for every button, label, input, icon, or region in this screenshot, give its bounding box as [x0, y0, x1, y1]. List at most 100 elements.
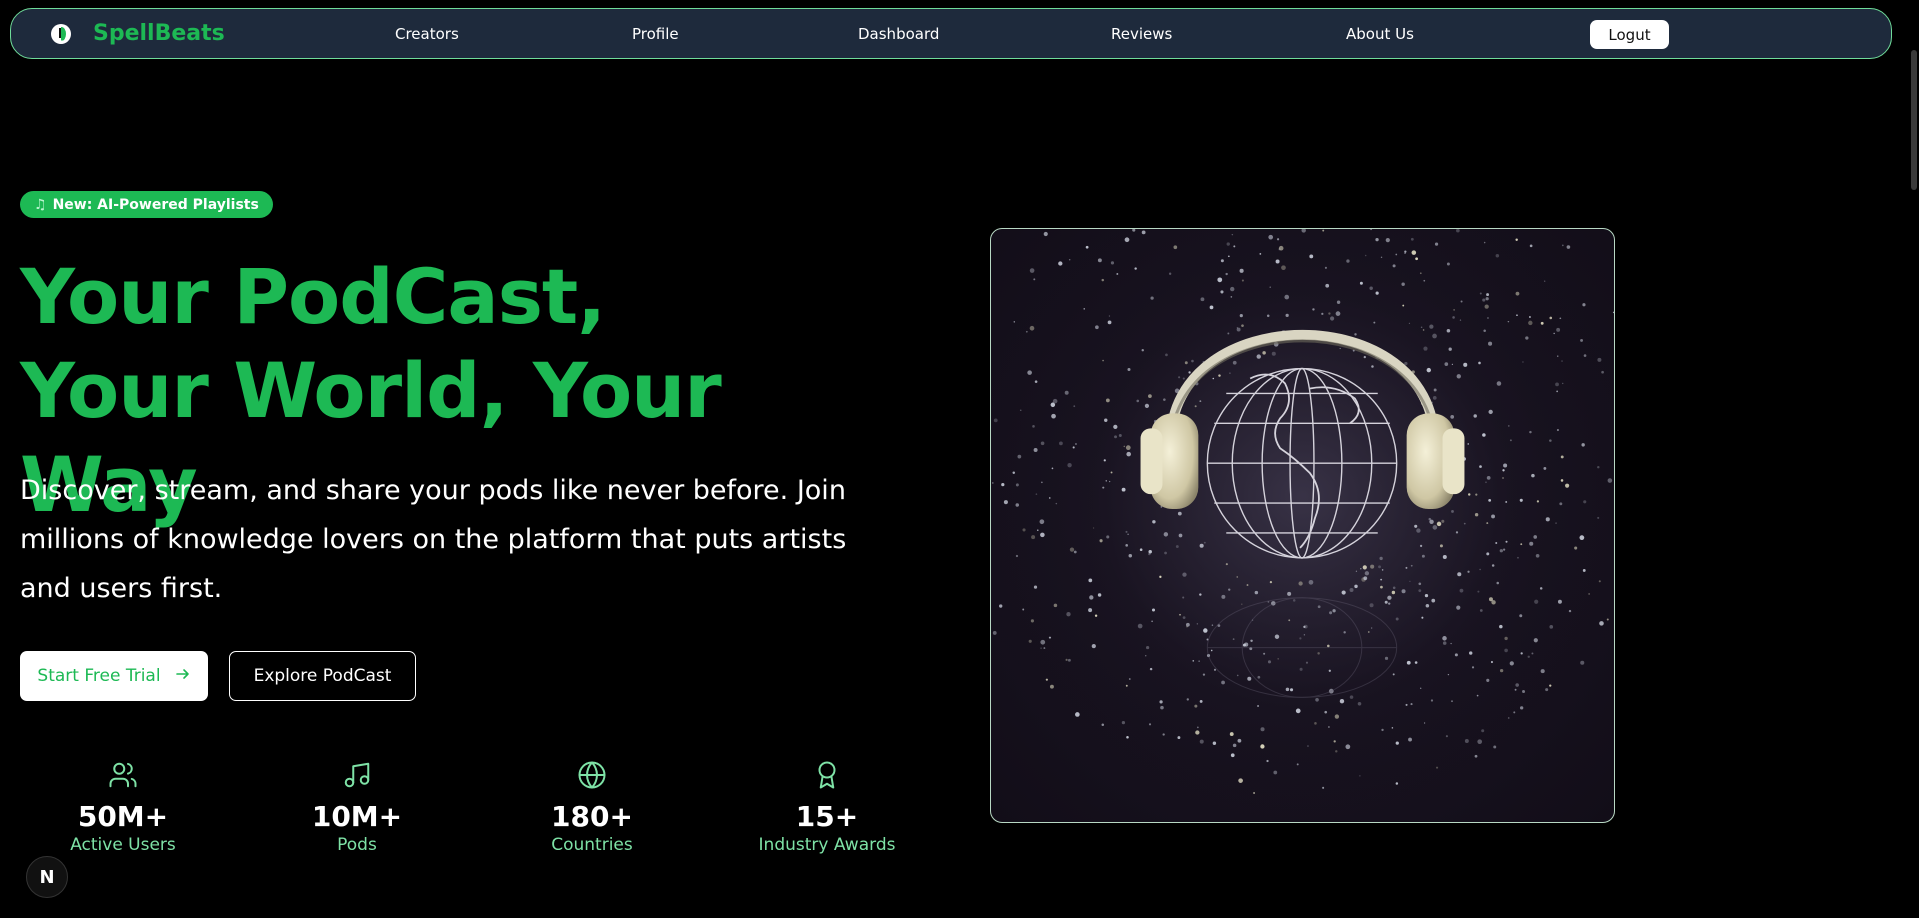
particle [1446, 328, 1451, 333]
brand[interactable]: SpellBeats [51, 9, 225, 58]
particle [1179, 613, 1181, 616]
particle [1298, 581, 1303, 586]
particle [1561, 244, 1564, 247]
nav-link-profile[interactable]: Profile [632, 9, 679, 58]
particle [1232, 638, 1235, 641]
particle [1482, 298, 1486, 302]
particle [1370, 564, 1375, 569]
particle [1322, 229, 1325, 232]
particle [1307, 745, 1309, 747]
particle [1333, 740, 1336, 743]
scrollbar-thumb[interactable] [1911, 50, 1917, 190]
particle [1225, 563, 1228, 566]
particle [1015, 554, 1019, 558]
particle [1225, 272, 1228, 276]
particle [1536, 500, 1540, 503]
particle [1354, 584, 1358, 589]
particle [1384, 600, 1388, 604]
particle [1022, 528, 1026, 532]
particle [1173, 245, 1178, 250]
nav-link-reviews[interactable]: Reviews [1111, 9, 1172, 58]
particle [1502, 477, 1504, 479]
particle [1414, 524, 1418, 528]
particle [1404, 250, 1407, 253]
stat-pods: 10M+ Pods [257, 760, 457, 855]
particle [1285, 313, 1289, 318]
particle [1395, 253, 1398, 256]
users-icon [108, 760, 138, 790]
particle [1496, 381, 1502, 386]
particle [1253, 792, 1255, 794]
particle [1128, 553, 1133, 558]
nav-link-dashboard[interactable]: Dashboard [858, 9, 939, 58]
particle [1259, 253, 1262, 255]
particle [1194, 405, 1197, 408]
particle [1568, 609, 1572, 613]
particle [1287, 591, 1292, 596]
particle [1527, 655, 1530, 658]
particle [1339, 347, 1341, 350]
particle [1476, 694, 1479, 697]
particle [1460, 300, 1463, 303]
particle [1257, 675, 1261, 679]
start-free-trial-label: Start Free Trial [37, 666, 161, 686]
particle [1269, 580, 1273, 584]
particle [1043, 647, 1046, 650]
particle [1535, 553, 1540, 558]
explore-podcast-button[interactable]: Explore PodCast [229, 651, 416, 701]
logout-button[interactable]: Logut [1590, 20, 1669, 49]
particle [1163, 398, 1166, 401]
particle [1486, 293, 1490, 297]
particle [1220, 259, 1224, 263]
particle [1381, 728, 1384, 732]
nav-link-creators[interactable]: Creators [395, 9, 459, 58]
start-free-trial-button[interactable]: Start Free Trial [20, 651, 208, 701]
particle [1451, 700, 1453, 703]
particle [1473, 414, 1477, 418]
particle [1324, 266, 1327, 269]
particle [1039, 519, 1045, 525]
particle [1560, 479, 1564, 482]
particle [1339, 698, 1345, 704]
particle [1581, 443, 1585, 447]
particle [1159, 575, 1162, 578]
particle [1559, 502, 1563, 506]
stat-value: 180+ [551, 800, 633, 833]
particle [1445, 735, 1448, 738]
particle [1520, 706, 1524, 710]
particle [1043, 231, 1048, 237]
particle [1160, 705, 1164, 710]
particle [1486, 552, 1490, 556]
particle [1582, 303, 1586, 307]
particle [1432, 525, 1438, 530]
particle [1226, 242, 1230, 246]
particle [1210, 649, 1213, 652]
particle [1385, 238, 1390, 243]
particle [1288, 619, 1291, 622]
particle [1199, 699, 1203, 703]
particle [1540, 321, 1544, 325]
particle [1597, 465, 1600, 469]
particle [1349, 588, 1354, 592]
particle [1446, 262, 1450, 266]
particle [1136, 399, 1140, 403]
particle [1499, 549, 1503, 553]
award-icon [812, 760, 842, 790]
particle [1367, 631, 1370, 633]
particle [1418, 589, 1422, 593]
particle [1371, 365, 1374, 368]
dev-indicator-badge[interactable]: N [26, 856, 68, 898]
particle [1139, 548, 1143, 552]
particle [1528, 320, 1533, 326]
particle [1434, 242, 1439, 246]
particle [1423, 722, 1426, 724]
nav-link-about-us[interactable]: About Us [1346, 9, 1414, 58]
particle [1330, 316, 1335, 321]
arrow-right-icon [175, 666, 191, 687]
particle [1314, 722, 1317, 725]
particle [1274, 634, 1280, 639]
particle [1334, 714, 1340, 719]
particle [1475, 493, 1478, 496]
particle [1317, 605, 1321, 609]
particle [1045, 678, 1048, 681]
